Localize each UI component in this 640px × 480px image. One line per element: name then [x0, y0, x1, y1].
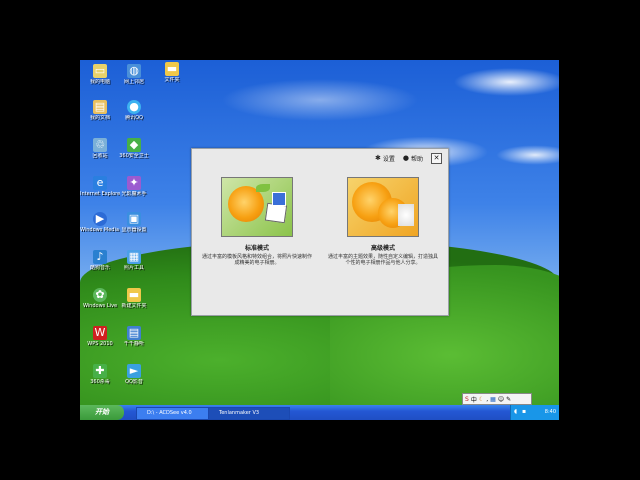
mode-select-dialog: ✱ 设置 ● 帮助 ✕ 标准模式 通过丰富的模板风格和特效组合，将照片快速制作成精美… [191, 148, 449, 316]
antivirus-icon: ✚ [93, 364, 107, 378]
ime-toolbar[interactable]: S 中 ☾ , ▦ ☺ ✎ [462, 393, 532, 405]
photo-icon: ▦ [127, 250, 141, 264]
system-tray: ◖ ▪ 8:40 [510, 405, 559, 420]
help-button[interactable]: ● 帮助 [403, 154, 423, 163]
desktop-icon-qq[interactable]: ● 腾讯QQ [114, 100, 154, 121]
folder-icon: ▬ [165, 62, 179, 76]
advanced-mode-description: 通过丰富的主题效果，随性自定义编辑，打造独具个性的电子相册作品与他人分享。 [328, 254, 439, 266]
music-icon: ♪ [93, 250, 107, 264]
live-icon: ✿ [93, 288, 107, 302]
advanced-mode-option[interactable]: 高级模式 通过丰富的主题效果，随性自定义编辑，打造独具个性的电子相册作品与他人分… [328, 177, 438, 266]
dialog-toolbar: ✱ 设置 ● 帮助 ✕ [375, 152, 442, 164]
gear-icon: ✱ [374, 153, 381, 162]
desktop-icon-new-folder[interactable]: ▬ 新建文件夹 [114, 288, 154, 309]
standard-mode-option[interactable]: 标准模式 通过丰富的模板风格和特效组合，将照片快速制作成精美的电子相册。 [202, 177, 312, 266]
folder-icon: ▬ [127, 288, 141, 302]
taskbar-item-tenlanmaker[interactable]: Tenlanmaker V3 [208, 407, 290, 420]
video-icon: ► [127, 364, 141, 378]
desktop: ▭ 我的电脑 ◍ 网上邻居 ▬ 文件夹 ▤ 我的文档 ● 腾讯QQ ♲ 回收站 ◆ 360安全… [80, 60, 559, 420]
ime-logo-icon: S [465, 395, 469, 403]
desktop-icon-folder[interactable]: ▬ 文件夹 [152, 62, 192, 83]
settings-button[interactable]: ✱ 设置 [375, 154, 395, 163]
player-icon: ▤ [127, 326, 141, 340]
standard-mode-description: 通过丰富的模板风格和特效组合，将照片快速制作成精美的电子相册。 [202, 254, 313, 266]
user-icon: ☺ [497, 395, 505, 403]
tools-icon: ✎ [506, 395, 512, 403]
volume-icon[interactable]: ◖ [514, 408, 517, 415]
wps-icon: W [93, 326, 107, 340]
computer-icon: ▭ [93, 64, 107, 78]
taskbar: 开始 D:\ - ACDSee v4.0 Tenlanmaker V3 ◖ ▪ … [80, 405, 559, 420]
qq-icon: ● [127, 100, 141, 114]
advanced-mode-title: 高级模式 [370, 245, 395, 252]
standard-mode-thumbnail [221, 177, 293, 237]
recycle-bin-icon: ♲ [93, 138, 107, 152]
desktop-icon-display-settings[interactable]: ▣ 显示器设置 [114, 212, 154, 233]
moon-icon: ☾ [478, 395, 485, 403]
start-button[interactable]: 开始 [80, 405, 124, 420]
network-tray-icon[interactable]: ▪ [522, 408, 526, 415]
media-icon: ▶ [93, 212, 107, 226]
keyboard-icon: ▦ [490, 395, 496, 403]
desktop-icon-qq-player[interactable]: ► QQ影音 [114, 364, 154, 385]
desktop-icon-ttplayer[interactable]: ▤ 千千静听 [114, 326, 154, 347]
taskbar-item-acdsee[interactable]: D:\ - ACDSee v4.0 [136, 407, 214, 420]
ie-icon: e [93, 176, 107, 190]
network-icon: ◍ [127, 64, 141, 78]
close-icon: ✕ [433, 153, 440, 162]
leaf-image [256, 184, 270, 192]
shield-icon: ◆ [127, 138, 141, 152]
standard-mode-title: 标准模式 [244, 245, 269, 252]
advanced-mode-thumbnail [347, 177, 419, 237]
photo-card-blue-image [272, 192, 286, 206]
clock[interactable]: 8:40 [545, 405, 556, 420]
punctuation-icon: , [486, 395, 489, 403]
flower-image [398, 204, 414, 226]
desktop-icon-photo-editor[interactable]: ✦ 光影魔术手 [114, 176, 154, 197]
desktop-icon-360-safe[interactable]: ◆ 360安全卫士 [114, 138, 154, 159]
desktop-icon-network[interactable]: ◍ 网上邻居 [114, 64, 154, 85]
camera-icon: ✦ [127, 176, 141, 190]
desktop-icon-photo-tool[interactable]: ▦ 照片工具 [114, 250, 154, 271]
close-button[interactable]: ✕ [431, 152, 442, 164]
monitor-icon: ▣ [127, 212, 141, 226]
documents-icon: ▤ [93, 100, 107, 114]
help-icon: ● [402, 153, 409, 162]
